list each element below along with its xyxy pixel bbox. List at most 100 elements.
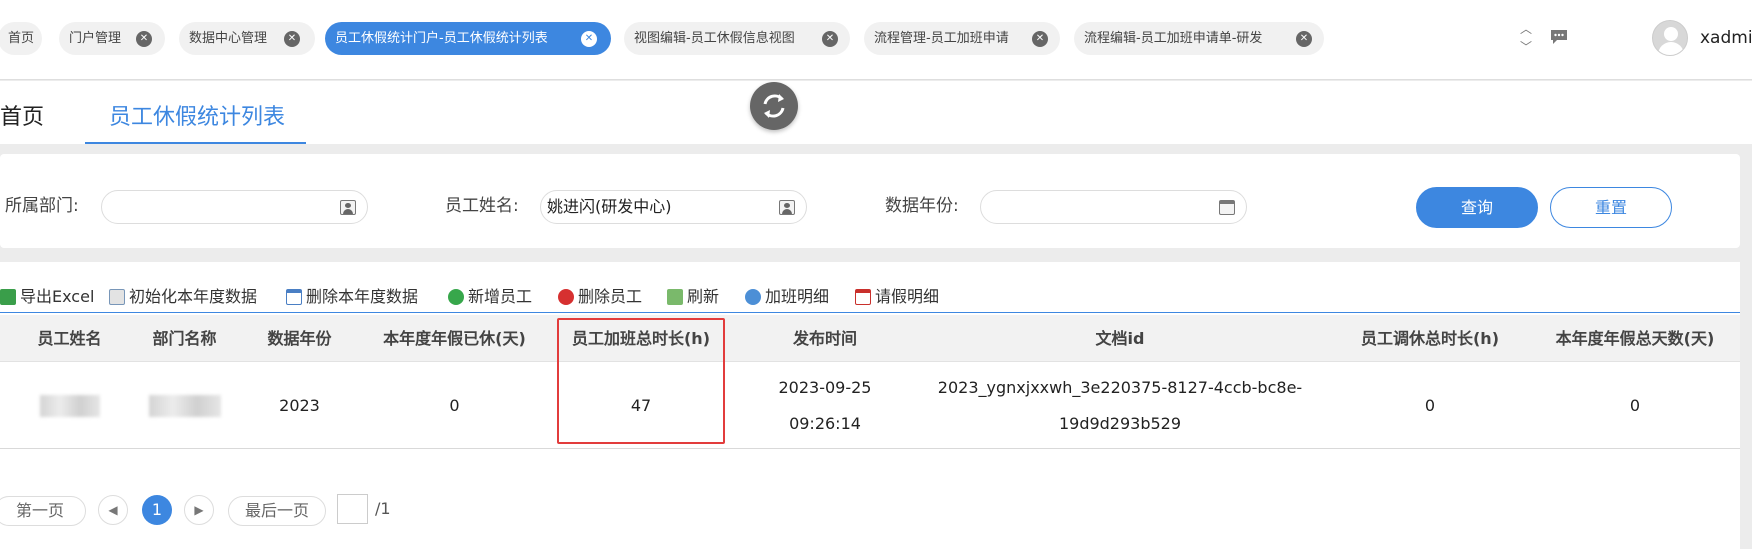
calendar-icon [855, 289, 871, 305]
toolbar-label: 删除员工 [578, 287, 643, 306]
col-comp-total[interactable]: 员工调休总时长(h) [1325, 315, 1535, 362]
clock-icon [745, 289, 761, 305]
top-tab-label: 流程编辑-员工加班申请单-研发 [1084, 31, 1263, 46]
top-tab-bar: 首页 门户管理 ✕ 数据中心管理 ✕ 员工休假统计门户-员工休假统计列表 ✕ 视… [0, 0, 1752, 80]
message-icon[interactable] [1549, 28, 1569, 46]
reset-button[interactable]: 重置 [1550, 187, 1672, 228]
publish-date: 2023-09-25 [778, 377, 872, 397]
delete-year-data-button[interactable]: 删除本年度数据 [286, 283, 418, 307]
current-page[interactable]: 1 [142, 495, 172, 525]
export-excel-button[interactable]: 导出Excel [0, 283, 94, 307]
window-icon [286, 289, 302, 305]
top-tab-leave-stats[interactable]: 员工休假统计门户-员工休假统计列表 ✕ [325, 22, 611, 55]
close-icon[interactable]: ✕ [822, 31, 838, 47]
toolbar-label: 加班明细 [765, 287, 830, 306]
page-jump-input[interactable] [337, 494, 368, 524]
user-picker-icon[interactable] [779, 200, 795, 215]
avatar[interactable] [1652, 20, 1688, 56]
tab-home[interactable]: 首页 [0, 99, 44, 131]
init-year-data-button[interactable]: 初始化本年度数据 [109, 283, 257, 307]
close-icon[interactable]: ✕ [1296, 31, 1312, 47]
filter-panel: 所属部门: 员工姓名: 姚进闪(研发中心) 数据年份: 查询 重置 [0, 154, 1740, 248]
page-tabs: 首页 员工休假统计列表 [0, 81, 1752, 144]
top-tab-process-manage[interactable]: 流程管理-员工加班申请 ✕ [864, 22, 1060, 55]
cell-dept-name [127, 362, 242, 449]
dept-label: 所属部门: [5, 196, 79, 216]
close-icon[interactable]: ✕ [136, 31, 152, 47]
cell-doc-id: 2023_ygnxjxxwh_3e220375-8127-4ccb-bc8e- … [920, 362, 1320, 449]
publish-clock: 09:26:14 [789, 413, 861, 433]
scroll-tabs-control[interactable]: ︿ ﹀ [1516, 20, 1536, 58]
close-icon[interactable]: ✕ [581, 31, 597, 47]
search-button[interactable]: 查询 [1416, 187, 1538, 228]
table-row[interactable]: 2023 0 47 2023-09-25 09:26:14 2023_ygnxj… [0, 362, 1740, 449]
chevron-up-icon[interactable]: ︿ [1516, 20, 1536, 38]
col-employee-name[interactable]: 员工姓名 [12, 315, 127, 362]
year-field[interactable] [980, 190, 1247, 224]
doc-id-line-1: 2023_ygnxjxxwh_3e220375-8127-4ccb-bc8e- [937, 377, 1303, 397]
user-picker-icon[interactable] [340, 200, 356, 215]
refresh-float-button[interactable] [750, 82, 798, 130]
first-page-button[interactable]: 第一页 [0, 496, 86, 526]
delete-icon [558, 289, 574, 305]
col-doc-id[interactable]: 文档id [920, 315, 1320, 362]
top-tab-label: 数据中心管理 [189, 31, 268, 46]
col-annual-used[interactable]: 本年度年假已休(天) [357, 315, 552, 362]
col-annual-total[interactable]: 本年度年假总天数(天) [1535, 315, 1735, 362]
redacted-dept [148, 394, 221, 417]
top-tab-label: 首页 [8, 31, 35, 46]
name-value: 姚进闪(研发中心) [547, 197, 672, 216]
dept-field[interactable] [101, 190, 368, 224]
chevron-left-icon: ◀ [108, 503, 118, 517]
name-label: 员工姓名: [445, 196, 519, 216]
leave-detail-button[interactable]: 请假明细 [855, 283, 939, 307]
page-total: /1 [375, 499, 391, 518]
top-tab-view-edit[interactable]: 视图编辑-员工休假信息视图 ✕ [624, 22, 850, 55]
cell-comp-total: 0 [1424, 396, 1436, 415]
cell-employee-name [12, 362, 127, 449]
year-label: 数据年份: [885, 196, 959, 216]
cell-annual-total: 0 [1629, 396, 1641, 415]
toolbar-label: 初始化本年度数据 [129, 287, 258, 306]
toolbar-label: 刷新 [687, 287, 720, 306]
chevron-right-icon: ▶ [194, 503, 204, 517]
top-tab-process-edit[interactable]: 流程编辑-员工加班申请单-研发 ✕ [1074, 22, 1324, 55]
delete-employee-button[interactable]: 删除员工 [558, 283, 642, 307]
top-tab-label: 门户管理 [69, 31, 122, 46]
top-tab-label: 视图编辑-员工休假信息视图 [634, 31, 795, 46]
top-tab-data-center[interactable]: 数据中心管理 ✕ [179, 22, 315, 55]
highlight-box [557, 318, 725, 444]
top-tab-home[interactable]: 首页 [0, 22, 42, 55]
tab-leave-stats-list[interactable]: 员工休假统计列表 [109, 99, 285, 131]
close-icon[interactable]: ✕ [284, 31, 300, 47]
toolbar-divider [0, 312, 1740, 313]
active-tab-indicator [85, 142, 306, 144]
refresh-icon [667, 289, 683, 305]
user-name[interactable]: xadmin [1700, 28, 1752, 48]
calendar-icon[interactable] [1219, 200, 1235, 215]
col-dept-name[interactable]: 部门名称 [127, 315, 242, 362]
last-page-button[interactable]: 最后一页 [228, 496, 326, 526]
toolbar-label: 删除本年度数据 [306, 287, 419, 306]
top-tab-label: 流程管理-员工加班申请 [874, 31, 1009, 46]
close-icon[interactable]: ✕ [1032, 31, 1048, 47]
top-tab-label: 员工休假统计门户-员工休假统计列表 [335, 31, 548, 46]
col-data-year[interactable]: 数据年份 [242, 315, 357, 362]
refresh-icon [763, 94, 785, 118]
toolbar-label: 请假明细 [875, 287, 940, 306]
add-employee-button[interactable]: 新增员工 [448, 283, 532, 307]
cell-publish-time: 2023-09-25 09:26:14 [735, 362, 915, 449]
chevron-down-icon[interactable]: ﹀ [1516, 38, 1536, 56]
redacted-name [39, 394, 100, 417]
image-icon [109, 289, 125, 305]
col-publish-time[interactable]: 发布时间 [735, 315, 915, 362]
excel-icon [0, 289, 16, 305]
overtime-detail-button[interactable]: 加班明细 [745, 283, 829, 307]
top-tab-portal-manage[interactable]: 门户管理 ✕ [59, 22, 165, 55]
cell-annual-used: 0 [449, 396, 460, 415]
toolbar-label: 导出Excel [20, 287, 95, 306]
name-field[interactable]: 姚进闪(研发中心) [540, 190, 807, 224]
refresh-button[interactable]: 刷新 [667, 283, 719, 307]
prev-page-button[interactable]: ◀ [98, 495, 128, 525]
next-page-button[interactable]: ▶ [184, 495, 214, 525]
